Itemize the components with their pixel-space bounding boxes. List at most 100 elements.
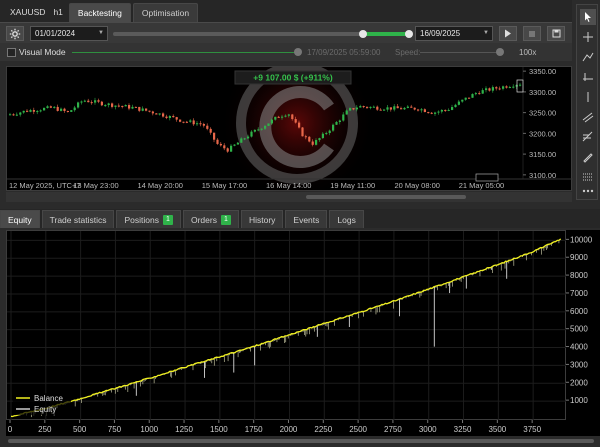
price-scroll-thumb[interactable] <box>306 195 466 199</box>
candle-body <box>287 114 290 116</box>
candle-body <box>196 123 199 125</box>
tab-label: Equity <box>8 214 32 225</box>
levels-tool-icon[interactable] <box>580 169 596 185</box>
tab-label: Logs <box>337 214 356 225</box>
candle-body <box>199 123 202 125</box>
price-chart-scrollbar[interactable] <box>6 192 572 202</box>
candle-body <box>342 114 345 121</box>
candle-body <box>338 120 341 123</box>
candle-body <box>53 106 56 108</box>
visual-mode-time: 17/09/2025 05:59:00 <box>307 48 381 57</box>
candle-body <box>236 142 239 145</box>
candle-body <box>457 101 460 105</box>
equity-x-tick-label: 3250 <box>454 425 472 434</box>
price-y-tick-label: 3150.00 <box>529 150 556 159</box>
channel-tool-icon[interactable] <box>580 109 596 125</box>
candle-body <box>335 122 338 125</box>
candle-body <box>281 116 284 118</box>
analysis-tab-bar: Equity Trade statistics Positions 1 Order… <box>0 209 600 228</box>
candle-body <box>417 109 420 111</box>
legend-balance-label: Balance <box>34 394 63 403</box>
speed-slider[interactable] <box>420 52 500 53</box>
tab-equity[interactable]: Equity <box>0 210 40 228</box>
stop-button[interactable] <box>523 26 541 41</box>
candle-body <box>498 88 501 90</box>
tab-backtesting[interactable]: Backtesting <box>68 3 131 22</box>
end-date-select[interactable]: 16/09/2025 ▼ <box>415 26 493 41</box>
visual-progress-handle[interactable] <box>294 48 302 56</box>
tab-optimisation[interactable]: Optimisation <box>132 3 199 22</box>
candle-body <box>70 110 73 112</box>
time-range-marker[interactable] <box>475 173 499 182</box>
candle-body <box>213 132 216 140</box>
candle-body <box>121 105 124 107</box>
candle-body <box>345 110 348 115</box>
start-date-select[interactable]: 01/01/2024 ▼ <box>30 26 108 41</box>
equity-x-axis: 0 250 500 750 1000 1250 1500 1750 2000 2250 2500 27… <box>6 420 600 436</box>
fibonacci-tool-icon[interactable] <box>580 129 596 145</box>
crosshair-tool-icon[interactable] <box>580 29 596 45</box>
candle-body <box>301 127 304 137</box>
cursor-tool-icon[interactable] <box>580 9 596 25</box>
speed-slider-handle[interactable] <box>496 48 504 56</box>
start-date-value: 01/01/2024 <box>35 29 76 38</box>
equity-y-tick-label: 3000 <box>570 360 588 369</box>
price-x-tick-label: 20 May 08:00 <box>395 181 440 190</box>
trendline-tool-icon[interactable] <box>580 49 596 65</box>
tab-logs[interactable]: Logs <box>329 210 364 228</box>
more-tools-icon[interactable] <box>580 185 596 201</box>
candle-body <box>512 86 515 88</box>
visual-mode-checkbox[interactable] <box>7 48 16 57</box>
equity-scrollbar[interactable] <box>6 436 600 447</box>
equity-series <box>13 239 560 418</box>
symbol-name: XAUUSD <box>10 7 46 17</box>
price-chart[interactable]: 3350.00 3300.00 3250.00 3200.00 3150.00 3100.… <box>6 45 573 201</box>
save-report-icon[interactable] <box>547 26 565 41</box>
pencil-tool-icon[interactable] <box>580 149 596 165</box>
candle-body <box>22 110 25 113</box>
candle-body <box>148 110 151 112</box>
candle-body <box>474 93 477 95</box>
candle-body <box>219 143 222 146</box>
candle-body <box>145 108 148 111</box>
tab-positions[interactable]: Positions 1 <box>116 210 181 228</box>
candle-body <box>308 136 311 142</box>
tab-trade-statistics[interactable]: Trade statistics <box>41 210 115 228</box>
backtest-controls: 01/01/2024 ▼ 16/09/2025 ▼ <box>0 22 572 43</box>
slider-end-handle[interactable] <box>405 30 413 38</box>
tab-history[interactable]: History <box>240 210 284 228</box>
candle-body <box>284 115 287 117</box>
vertical-line-tool-icon[interactable] <box>580 89 596 105</box>
candle-body <box>318 138 321 141</box>
candle-body <box>138 106 141 111</box>
candle-body <box>454 104 457 108</box>
horizontal-line-tool-icon[interactable] <box>580 69 596 85</box>
orders-count-badge: 1 <box>220 214 231 225</box>
tab-orders[interactable]: Orders 1 <box>182 210 239 228</box>
equity-scroll-thumb[interactable] <box>8 439 594 443</box>
tab-events[interactable]: Events <box>285 210 328 228</box>
candle-body <box>15 114 18 116</box>
candle-body <box>172 115 175 118</box>
candle-body <box>389 107 392 110</box>
candle-body <box>332 124 335 131</box>
tab-label: Positions <box>124 214 159 225</box>
candle-body <box>315 140 318 145</box>
candle-body <box>321 133 324 139</box>
equity-chart[interactable]: Balance Equity <box>6 230 567 421</box>
candle-body <box>440 109 443 112</box>
candle-body <box>230 145 233 152</box>
legend-equity-label: Equity <box>34 405 56 414</box>
slider-start-handle[interactable] <box>359 30 367 38</box>
balance-line <box>10 238 562 418</box>
candle-body <box>461 99 464 102</box>
settings-gear-icon[interactable] <box>6 26 24 41</box>
candle-body <box>182 121 185 123</box>
candle-body <box>400 108 403 110</box>
price-y-tick-label: 3200.00 <box>529 129 556 138</box>
candle-body <box>505 86 508 88</box>
candle-body <box>355 107 358 110</box>
play-button[interactable] <box>499 26 517 41</box>
candle-body <box>403 107 406 110</box>
equity-x-tick-label: 3500 <box>488 425 506 434</box>
